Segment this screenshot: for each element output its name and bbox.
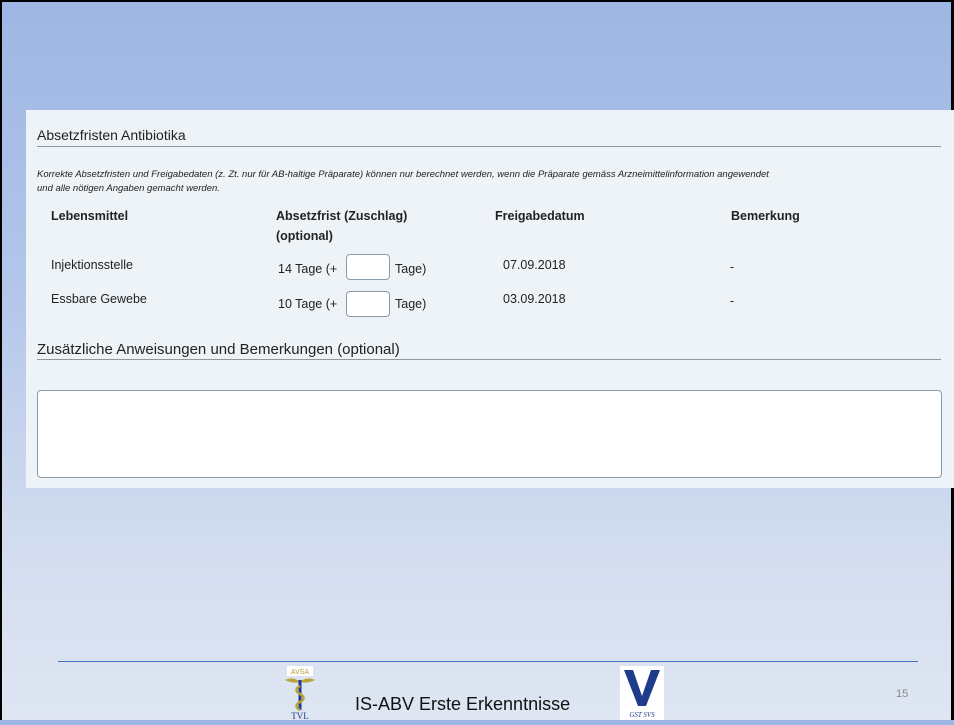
- avsa-logo-text-bottom: TVL: [291, 711, 309, 720]
- column-header-withdrawal-period-line2: (optional): [276, 229, 333, 243]
- row-period-suffix: Tage): [395, 297, 427, 311]
- row-remark: -: [730, 294, 735, 308]
- surcharge-input[interactable]: [346, 291, 390, 317]
- avsa-logo-text-top: AVSA: [291, 669, 309, 676]
- row-food-label: Essbare Gewebe: [51, 292, 147, 306]
- footer-title: IS-ABV Erste Erkenntnisse: [355, 694, 571, 714]
- info-note: Korrekte Absetzfristen und Freigabedaten…: [37, 168, 942, 196]
- gst-svs-logo: GST SVS: [620, 666, 664, 720]
- surcharge-input[interactable]: [346, 254, 390, 280]
- column-header-withdrawal-period-line1: Absetzfrist (Zuschlag): [276, 209, 408, 223]
- row-food-label: Injektionsstelle: [51, 258, 133, 272]
- row-period-suffix: Tage): [395, 262, 427, 276]
- row-period-prefix: 14 Tage (+: [278, 262, 338, 276]
- gst-svs-logo-text: GST SVS: [629, 711, 655, 719]
- column-header-remark: Bemerkung: [731, 209, 800, 223]
- page-number: 15: [896, 688, 909, 700]
- row-remark: -: [730, 260, 735, 274]
- remarks-textarea[interactable]: [37, 390, 942, 478]
- info-note-line2: und alle nötigen Angaben gemacht werden.: [37, 183, 220, 194]
- section-divider: [37, 359, 941, 360]
- section-divider: [37, 146, 941, 147]
- avsa-logo: AVSA TVL: [283, 666, 317, 721]
- section-title-remarks: Zusätzliche Anweisungen und Bemerkungen …: [37, 341, 400, 358]
- info-note-line1: Korrekte Absetzfristen und Freigabedaten…: [37, 169, 769, 180]
- row-period-prefix: 10 Tage (+: [278, 297, 338, 311]
- section-title-antibiotics: Absetzfristen Antibiotika: [37, 127, 186, 143]
- column-header-release-date: Freigabedatum: [495, 209, 585, 223]
- row-release-date: 03.09.2018: [503, 292, 566, 306]
- row-release-date: 07.09.2018: [503, 258, 566, 272]
- footer-divider: [58, 661, 918, 662]
- form-panel: Absetzfristen Antibiotika Korrekte Abset…: [26, 110, 954, 488]
- column-header-withdrawal-period: Absetzfrist (Zuschlag) (optional): [276, 206, 407, 246]
- column-header-food: Lebensmittel: [51, 209, 129, 223]
